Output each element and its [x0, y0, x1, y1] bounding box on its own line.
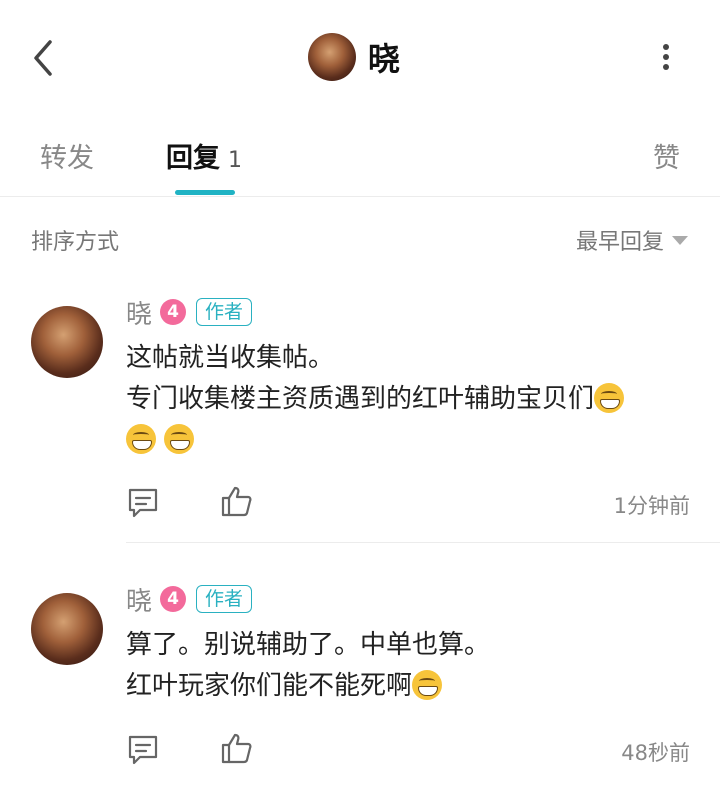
laugh-cry-emoji-icon: [412, 670, 443, 700]
more-options-icon[interactable]: [656, 42, 676, 72]
tab-like[interactable]: 赞: [653, 136, 680, 175]
reply-icon[interactable]: [126, 733, 160, 767]
author-badge: 作者: [196, 298, 253, 326]
comment-line: 这帖就当收集帖。: [126, 343, 335, 373]
title-area: 晓: [308, 31, 400, 83]
level-badge: 4: [160, 299, 187, 325]
comment-actions: 48秒前: [126, 731, 690, 771]
sort-dropdown[interactable]: 最早回复: [576, 224, 688, 256]
tab-forward[interactable]: 转发: [40, 136, 94, 175]
comment-line: 专门收集楼主资质遇到的红叶辅助宝贝们: [126, 384, 595, 414]
comment-header: 晓 4 作者: [126, 294, 690, 331]
author-badge: 作者: [196, 585, 253, 613]
active-tab-indicator: [175, 190, 235, 195]
tab-bar: 转发 回复 1 赞: [0, 112, 720, 197]
comment-line-wrap: 红叶玩家你们能不能死啊: [126, 666, 690, 707]
thumbs-up-icon[interactable]: [220, 484, 254, 518]
grin-emoji-icon: [594, 383, 625, 413]
level-badge: 4: [160, 586, 187, 612]
commenter-name[interactable]: 晓: [126, 294, 152, 331]
comment-time: 1分钟前: [613, 494, 690, 518]
comment-time: 48秒前: [621, 741, 690, 765]
comment-body: 晓 4 作者 这帖就当收集帖。 专门收集楼主资质遇到的红叶辅助宝贝们: [126, 296, 690, 461]
tab-reply-label: 回复: [166, 143, 220, 174]
comment-emoji-line: [126, 420, 690, 461]
comment-header: 晓 4 作者: [126, 581, 690, 618]
comment-divider: [126, 542, 720, 543]
avatar[interactable]: [31, 306, 103, 378]
caret-down-icon: [672, 235, 688, 245]
reply-icon[interactable]: [126, 486, 160, 520]
sort-selected-value: 最早回复: [575, 230, 664, 255]
comment-text: 算了。别说辅助了。中单也算。 红叶玩家你们能不能死啊: [126, 625, 690, 707]
sort-label: 排序方式: [31, 230, 120, 255]
title-avatar[interactable]: [308, 33, 356, 81]
comment-text: 这帖就当收集帖。 专门收集楼主资质遇到的红叶辅助宝贝们: [126, 338, 690, 461]
tab-reply-count: 1: [228, 148, 242, 173]
comment-line: 红叶玩家你们能不能死啊: [126, 671, 413, 701]
commenter-name[interactable]: 晓: [126, 581, 152, 618]
top-bar: 晓: [0, 0, 720, 112]
tab-reply[interactable]: 回复 1: [166, 136, 242, 175]
thumbs-up-icon[interactable]: [220, 731, 254, 765]
back-arrow-icon[interactable]: [28, 38, 60, 78]
grin-emoji-icon: [126, 424, 156, 454]
comment-actions: 1分钟前: [126, 484, 690, 524]
comment-line: 算了。别说辅助了。中单也算。: [126, 630, 491, 660]
grin-emoji-icon: [164, 424, 195, 454]
page-title: 晓: [368, 40, 401, 78]
comment-line-wrap: 专门收集楼主资质遇到的红叶辅助宝贝们: [126, 379, 690, 420]
sort-bar: 排序方式 最早回复: [0, 196, 720, 282]
comment-body: 晓 4 作者 算了。别说辅助了。中单也算。 红叶玩家你们能不能死啊: [126, 583, 690, 707]
avatar[interactable]: [31, 593, 103, 665]
